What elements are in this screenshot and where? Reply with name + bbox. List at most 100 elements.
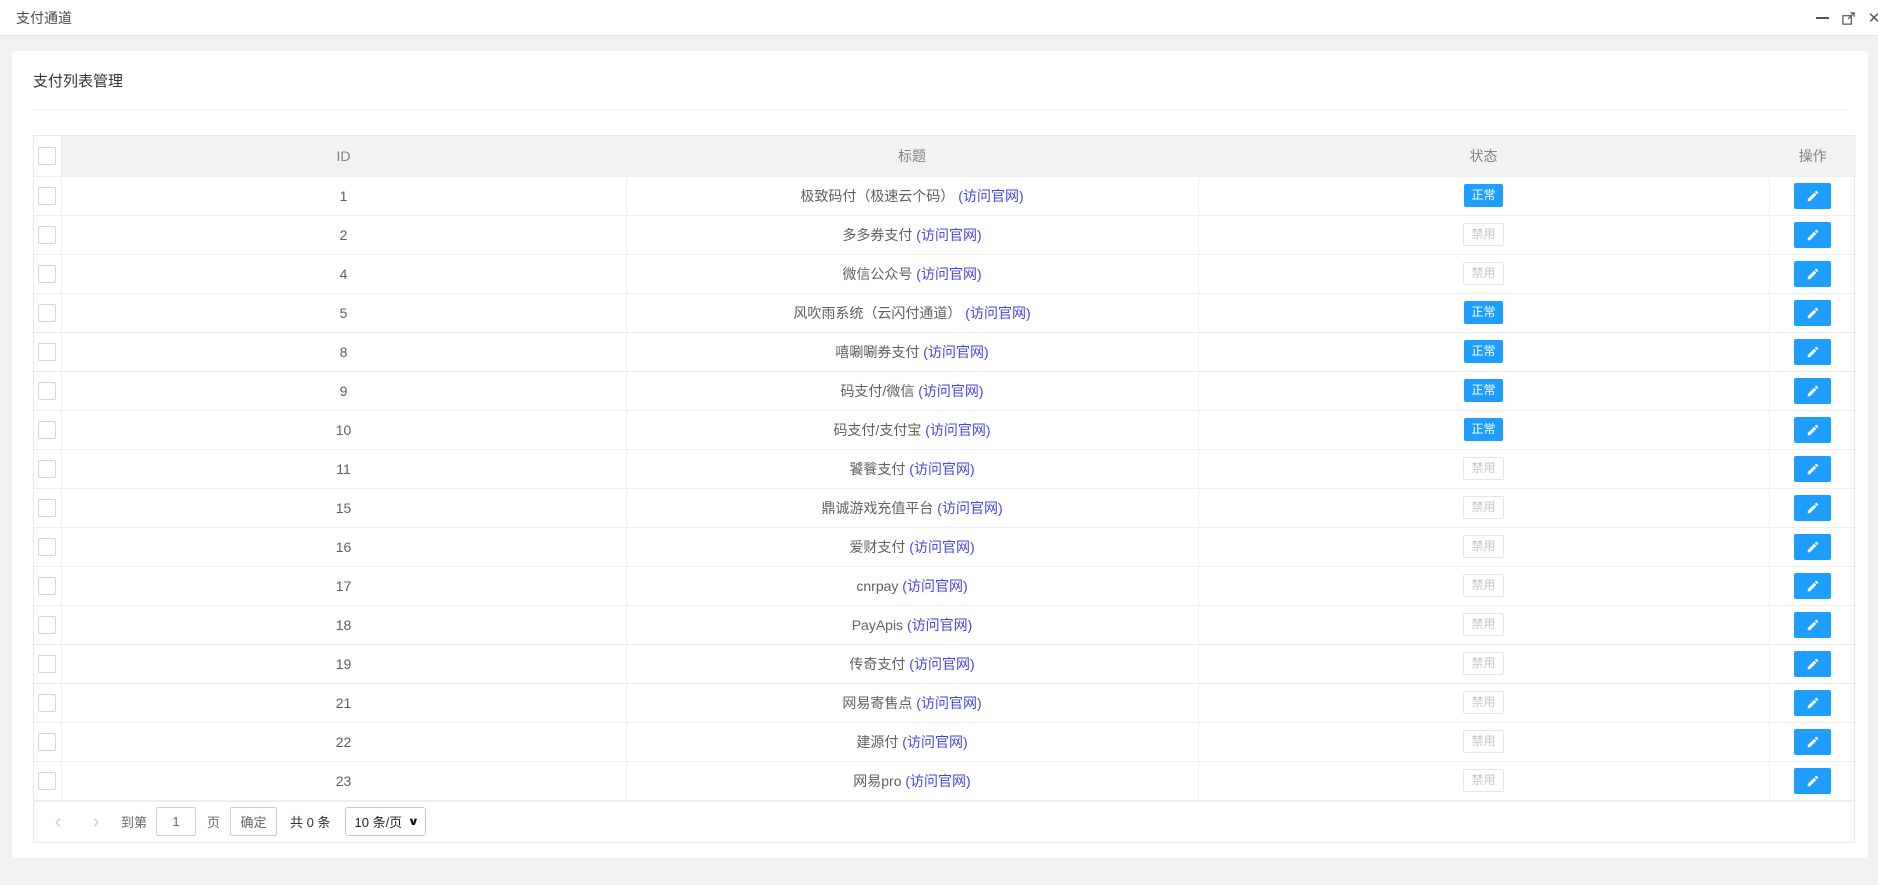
edit-button[interactable] bbox=[1794, 728, 1832, 755]
edit-button[interactable] bbox=[1794, 650, 1832, 677]
official-site-link[interactable]: (访问官网) bbox=[902, 578, 967, 594]
edit-button[interactable] bbox=[1794, 416, 1832, 443]
edit-button[interactable] bbox=[1794, 338, 1832, 365]
pencil-icon bbox=[1807, 619, 1819, 630]
row-id: 21 bbox=[61, 683, 627, 723]
official-site-link[interactable]: (访问官网) bbox=[923, 344, 988, 360]
edit-button[interactable] bbox=[1794, 533, 1832, 560]
maximize-icon[interactable] bbox=[1835, 0, 1861, 35]
official-site-link[interactable]: (访问官网) bbox=[958, 188, 1023, 204]
official-site-link[interactable]: (访问官网) bbox=[925, 422, 990, 438]
status-badge[interactable]: 禁用 bbox=[1463, 613, 1504, 636]
status-badge[interactable]: 禁用 bbox=[1463, 691, 1504, 714]
official-site-link[interactable]: (访问官网) bbox=[916, 227, 981, 243]
edit-button[interactable] bbox=[1794, 494, 1832, 521]
column-header-status: 状态 bbox=[1198, 136, 1770, 177]
edit-button[interactable] bbox=[1794, 572, 1832, 599]
official-site-link[interactable]: (访问官网) bbox=[905, 773, 970, 789]
window-titlebar: 支付通道 ✕ bbox=[0, 0, 1878, 36]
official-site-link[interactable]: (访问官网) bbox=[916, 266, 981, 282]
page-title: 支付列表管理 bbox=[33, 72, 124, 90]
payment-table: ID 标题 状态 操作 1 极致码付（极速云个码） (访问官网) 正常 2 多多… bbox=[33, 135, 1856, 843]
page-number-input[interactable] bbox=[156, 807, 197, 836]
status-badge[interactable]: 禁用 bbox=[1463, 457, 1504, 480]
edit-button[interactable] bbox=[1794, 299, 1832, 326]
row-id: 16 bbox=[61, 527, 627, 567]
row-title: 微信公众号 bbox=[842, 265, 917, 282]
status-badge[interactable]: 正常 bbox=[1464, 340, 1503, 363]
row-title: PayApis bbox=[851, 616, 907, 633]
status-badge[interactable]: 禁用 bbox=[1463, 730, 1504, 753]
edit-button[interactable] bbox=[1794, 182, 1832, 209]
row-checkbox[interactable] bbox=[38, 732, 57, 751]
status-badge[interactable]: 禁用 bbox=[1463, 496, 1504, 519]
pencil-icon bbox=[1807, 424, 1819, 435]
table-row: 1 极致码付（极速云个码） (访问官网) 正常 bbox=[34, 176, 1856, 216]
row-checkbox[interactable] bbox=[38, 615, 57, 634]
pencil-icon bbox=[1807, 463, 1819, 474]
row-checkbox[interactable] bbox=[38, 303, 57, 322]
official-site-link[interactable]: (访问官网) bbox=[909, 461, 974, 477]
edit-button[interactable] bbox=[1794, 221, 1832, 248]
status-badge[interactable]: 正常 bbox=[1464, 301, 1503, 324]
minimize-icon[interactable] bbox=[1809, 0, 1835, 35]
close-icon[interactable]: ✕ bbox=[1861, 0, 1878, 35]
row-checkbox[interactable] bbox=[38, 693, 57, 712]
edit-button[interactable] bbox=[1794, 767, 1832, 794]
row-checkbox[interactable] bbox=[38, 342, 57, 361]
edit-button[interactable] bbox=[1794, 377, 1832, 404]
edit-button[interactable] bbox=[1794, 260, 1832, 287]
table-row: 8 嘻唰唰券支付 (访问官网) 正常 bbox=[34, 332, 1856, 372]
official-site-link[interactable]: (访问官网) bbox=[907, 617, 972, 633]
pencil-icon bbox=[1807, 658, 1819, 669]
status-badge[interactable]: 正常 bbox=[1464, 379, 1503, 402]
status-badge[interactable]: 正常 bbox=[1464, 184, 1503, 207]
status-badge[interactable]: 禁用 bbox=[1463, 769, 1504, 792]
status-badge[interactable]: 禁用 bbox=[1463, 652, 1504, 675]
edit-button[interactable] bbox=[1794, 689, 1832, 716]
pencil-icon bbox=[1807, 541, 1819, 552]
official-site-link[interactable]: (访问官网) bbox=[902, 734, 967, 750]
edit-button[interactable] bbox=[1794, 455, 1832, 482]
status-badge[interactable]: 禁用 bbox=[1463, 535, 1504, 558]
table-row: 5 风吹雨系统（云闪付通道） (访问官网) 正常 bbox=[34, 293, 1856, 333]
official-site-link[interactable]: (访问官网) bbox=[909, 656, 974, 672]
next-page-icon[interactable]: › bbox=[90, 812, 102, 832]
row-checkbox[interactable] bbox=[38, 264, 57, 283]
row-checkbox[interactable] bbox=[38, 537, 57, 556]
row-id: 18 bbox=[61, 605, 627, 645]
table-row: 10 码支付/支付宝 (访问官网) 正常 bbox=[34, 410, 1856, 450]
row-title: 多多券支付 bbox=[842, 226, 917, 243]
row-id: 1 bbox=[61, 176, 627, 216]
status-badge[interactable]: 正常 bbox=[1464, 418, 1503, 441]
official-site-link[interactable]: (访问官网) bbox=[916, 695, 981, 711]
status-badge[interactable]: 禁用 bbox=[1463, 262, 1504, 285]
row-title: 建源付 bbox=[856, 733, 903, 750]
official-site-link[interactable]: (访问官网) bbox=[965, 305, 1030, 321]
pencil-icon bbox=[1807, 307, 1819, 318]
pencil-icon bbox=[1807, 268, 1819, 279]
status-badge[interactable]: 禁用 bbox=[1463, 574, 1504, 597]
row-checkbox[interactable] bbox=[38, 576, 57, 595]
official-site-link[interactable]: (访问官网) bbox=[937, 500, 1002, 516]
row-checkbox[interactable] bbox=[38, 459, 57, 478]
official-site-link[interactable]: (访问官网) bbox=[909, 539, 974, 555]
row-checkbox[interactable] bbox=[38, 225, 57, 244]
row-checkbox[interactable] bbox=[38, 381, 57, 400]
pencil-icon bbox=[1807, 697, 1819, 708]
table-row: 22 建源付 (访问官网) 禁用 bbox=[34, 722, 1856, 762]
official-site-link[interactable]: (访问官网) bbox=[918, 383, 983, 399]
row-checkbox[interactable] bbox=[38, 771, 57, 790]
page-size-select[interactable]: 10 条/页 ∨ bbox=[344, 807, 426, 836]
row-checkbox[interactable] bbox=[38, 186, 57, 205]
status-badge[interactable]: 禁用 bbox=[1463, 223, 1504, 246]
prev-page-icon[interactable]: ‹ bbox=[52, 812, 64, 832]
row-id: 22 bbox=[61, 722, 627, 762]
edit-button[interactable] bbox=[1794, 611, 1832, 638]
confirm-page-button[interactable]: 确定 bbox=[230, 807, 278, 836]
row-checkbox[interactable] bbox=[38, 654, 57, 673]
row-checkbox[interactable] bbox=[38, 420, 57, 439]
table-body: 1 极致码付（极速云个码） (访问官网) 正常 2 多多券支付 (访问官网) 禁… bbox=[34, 176, 1856, 801]
select-all-checkbox[interactable] bbox=[38, 146, 57, 165]
row-checkbox[interactable] bbox=[38, 498, 57, 517]
